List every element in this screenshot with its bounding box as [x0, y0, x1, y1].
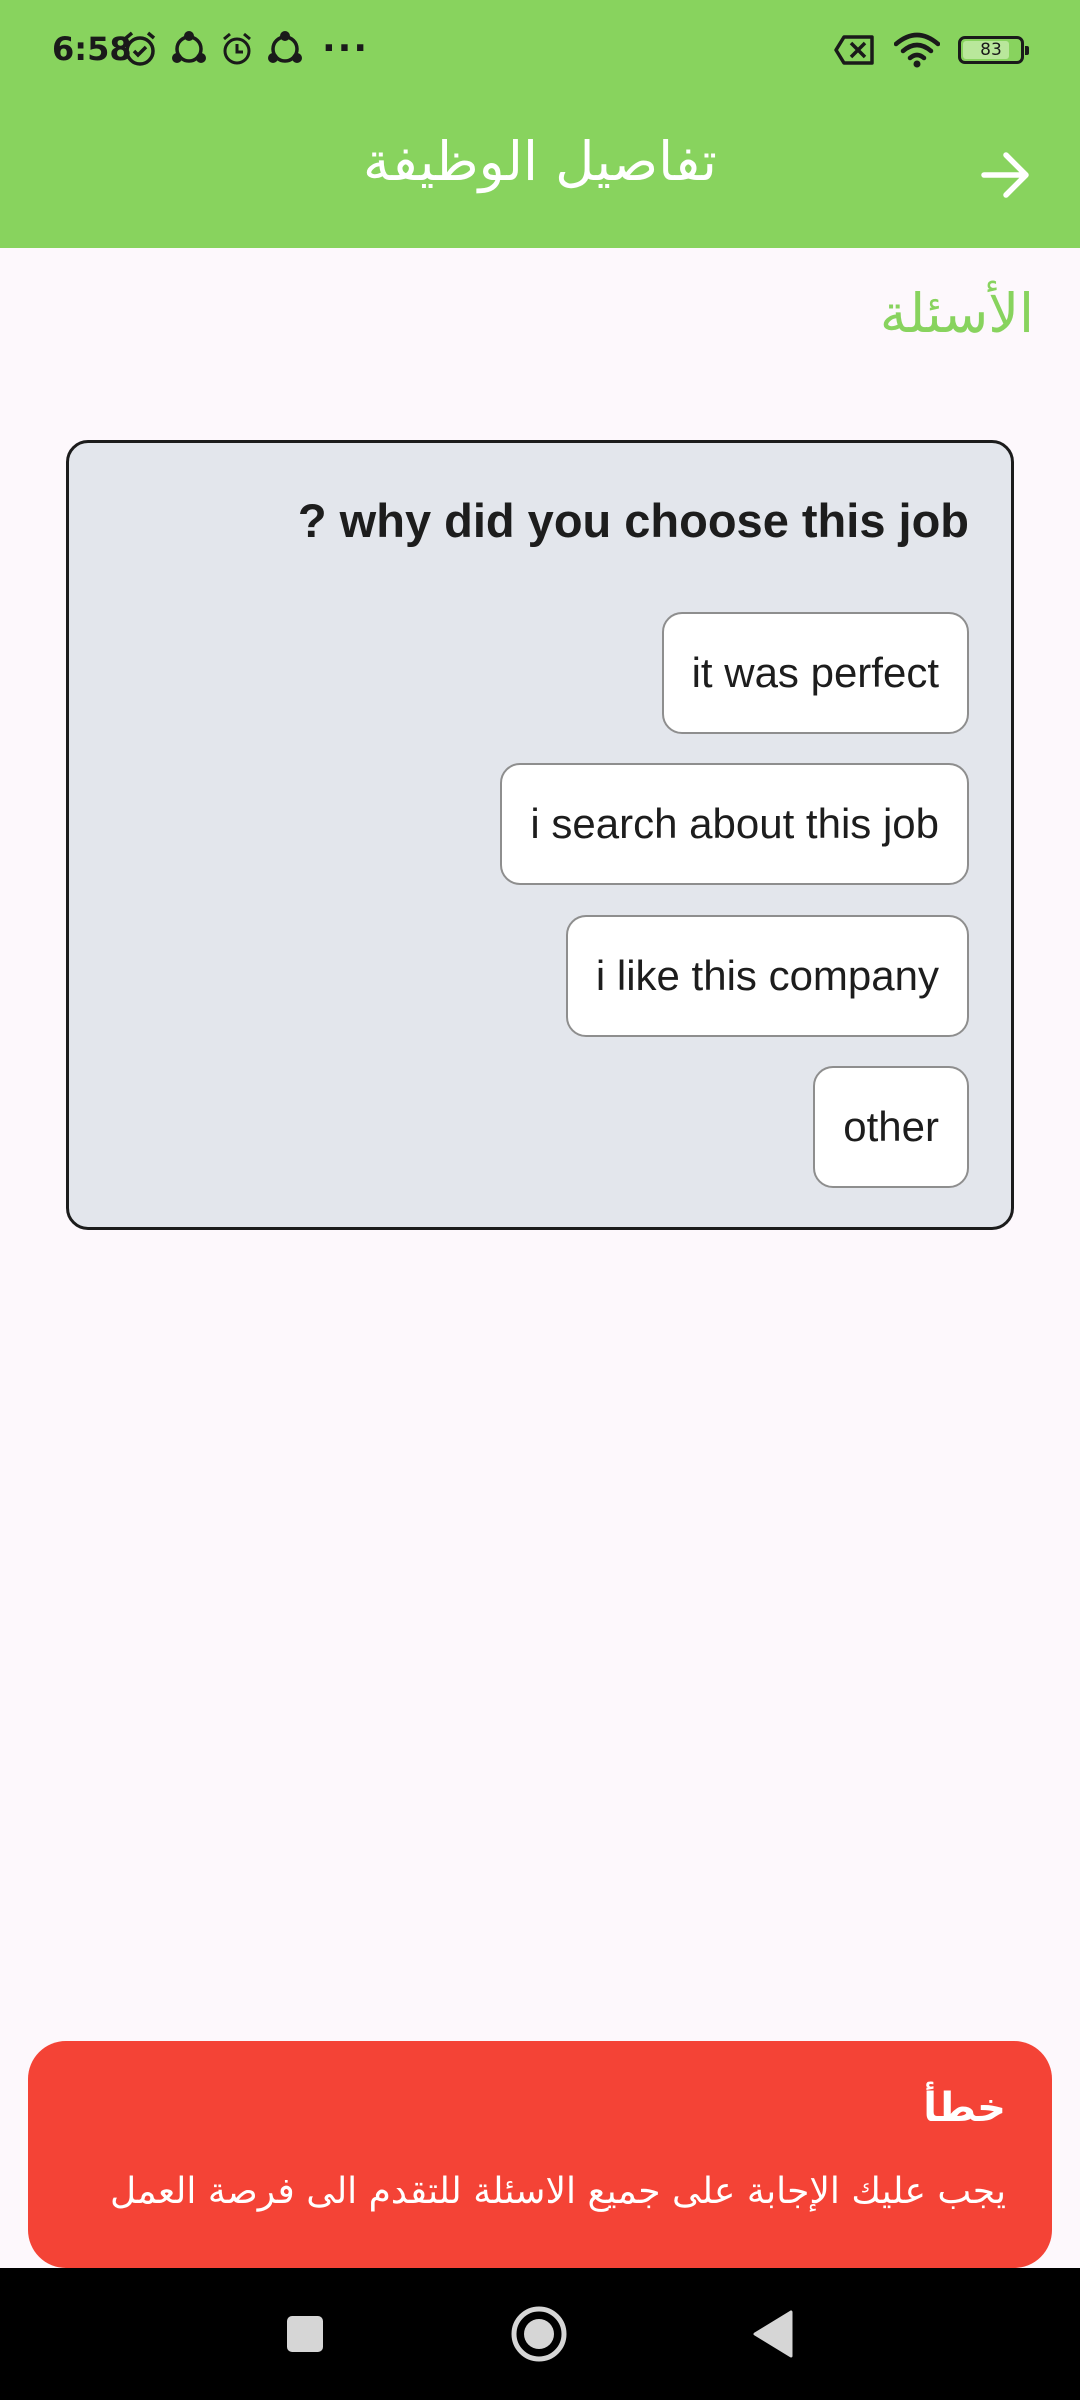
page-title: تفاصيل الوظيفة — [363, 130, 717, 193]
answer-option[interactable]: i like this company — [565, 915, 969, 1037]
answer-option[interactable]: it was perfect — [661, 612, 969, 734]
error-snackbar: خطأ يجب عليك الإجابة على جميع الاسئلة لل… — [28, 2041, 1052, 2268]
system-nav-bar — [0, 2268, 1080, 2400]
home-button[interactable] — [479, 2268, 599, 2400]
answer-option[interactable]: i search about this job — [500, 763, 969, 885]
status-bar: 6:58 ··· 83 — [0, 0, 1080, 100]
answer-option[interactable]: other — [813, 1066, 969, 1188]
question-text: ? why did you choose this job — [297, 494, 969, 547]
status-notification-icons: ··· — [122, 30, 369, 68]
error-title: خطأ — [923, 2085, 1006, 2131]
recents-button[interactable] — [245, 2268, 365, 2400]
error-message: يجب عليك الإجابة على جميع الاسئلة للتقدم… — [109, 2171, 1006, 2212]
back-triangle-icon — [753, 2310, 793, 2358]
alarm-icon — [223, 32, 251, 65]
nav-back-button[interactable] — [713, 2268, 833, 2400]
status-system-icons: 83 — [834, 32, 1029, 68]
more-notifications-icon: ··· — [322, 28, 370, 69]
wifi-icon — [894, 32, 940, 68]
recents-square-icon — [287, 2316, 323, 2352]
arrow-right-icon — [981, 152, 1029, 198]
sync-share-icon — [172, 31, 206, 63]
home-circle-icon — [511, 2306, 567, 2362]
battery-icon: 83 — [958, 36, 1029, 64]
app-bar: تفاصيل الوظيفة — [0, 100, 1080, 248]
section-title: الأسئلة — [879, 282, 1034, 345]
status-time: 6:58 — [52, 30, 132, 68]
question-card: ? why did you choose this job it was per… — [66, 440, 1014, 1230]
no-sim-icon — [834, 35, 874, 65]
alarm-check-icon — [124, 31, 156, 66]
battery-level: 83 — [980, 40, 1002, 60]
back-button[interactable] — [976, 146, 1034, 204]
sync-share-icon — [268, 31, 302, 63]
